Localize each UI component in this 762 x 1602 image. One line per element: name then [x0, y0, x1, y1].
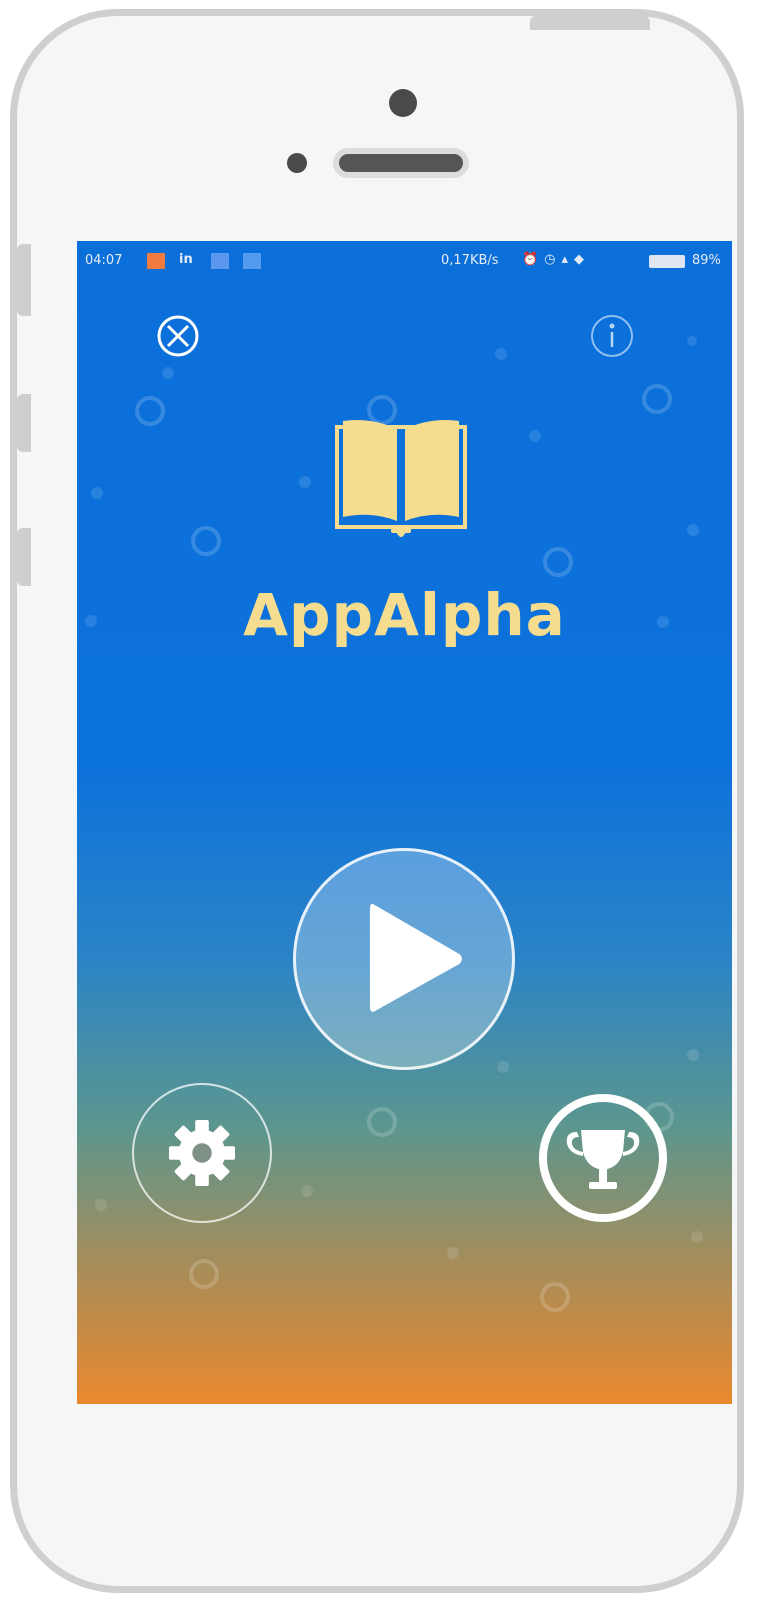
phone-frame: 04:07 in 0,17KB/s ⏰◷▴◆ 89% AppAlpha — [10, 9, 744, 1593]
volume-button — [17, 244, 31, 316]
bubble-decoration — [540, 1282, 570, 1312]
status-time: 04:07 — [85, 253, 123, 268]
volume-button — [17, 528, 31, 586]
gear-icon — [168, 1119, 236, 1187]
info-icon[interactable] — [589, 313, 635, 359]
volume-button — [17, 394, 31, 452]
linkedin-icon: in — [179, 252, 193, 267]
front-camera — [389, 89, 417, 117]
battery-percent: 89% — [692, 253, 721, 268]
close-circle-icon[interactable] — [155, 313, 201, 359]
dot-decoration — [95, 1199, 107, 1211]
bubble-decoration — [191, 526, 221, 556]
status-bar: 04:07 in 0,17KB/s ⏰◷▴◆ 89% — [77, 241, 732, 281]
dot-decoration — [299, 476, 311, 488]
network-speed: 0,17KB/s — [441, 253, 499, 268]
dot-decoration — [301, 1185, 313, 1197]
dot-decoration — [687, 336, 697, 346]
dot-decoration — [687, 524, 699, 536]
app-title: AppAlpha — [243, 581, 566, 649]
proximity-sensor — [287, 153, 307, 173]
power-button — [530, 16, 650, 30]
bubble-decoration — [135, 396, 165, 426]
play-icon — [369, 903, 462, 1012]
battery-icon — [649, 255, 685, 268]
notification-icon — [243, 253, 261, 269]
bubble-decoration — [367, 1107, 397, 1137]
dot-decoration — [529, 430, 541, 442]
bubble-decoration — [642, 384, 672, 414]
dot-decoration — [687, 1049, 699, 1061]
status-icons: ⏰◷▴◆ — [522, 252, 591, 267]
settings-button[interactable] — [132, 1083, 272, 1223]
earpiece-speaker — [333, 148, 469, 178]
trophy-icon — [566, 1130, 640, 1189]
dot-decoration — [162, 367, 174, 379]
bubble-decoration — [543, 547, 573, 577]
dot-decoration — [91, 487, 103, 499]
notification-icon — [211, 253, 229, 269]
dot-decoration — [691, 1231, 703, 1243]
dot-decoration — [447, 1247, 459, 1259]
app-screen: 04:07 in 0,17KB/s ⏰◷▴◆ 89% AppAlpha — [77, 241, 732, 1404]
notification-icon — [147, 253, 165, 269]
bubble-decoration — [189, 1259, 219, 1289]
dot-decoration — [495, 348, 507, 360]
book-logo-icon — [327, 417, 475, 541]
play-button[interactable] — [293, 848, 515, 1070]
trophy-button[interactable] — [539, 1094, 667, 1222]
